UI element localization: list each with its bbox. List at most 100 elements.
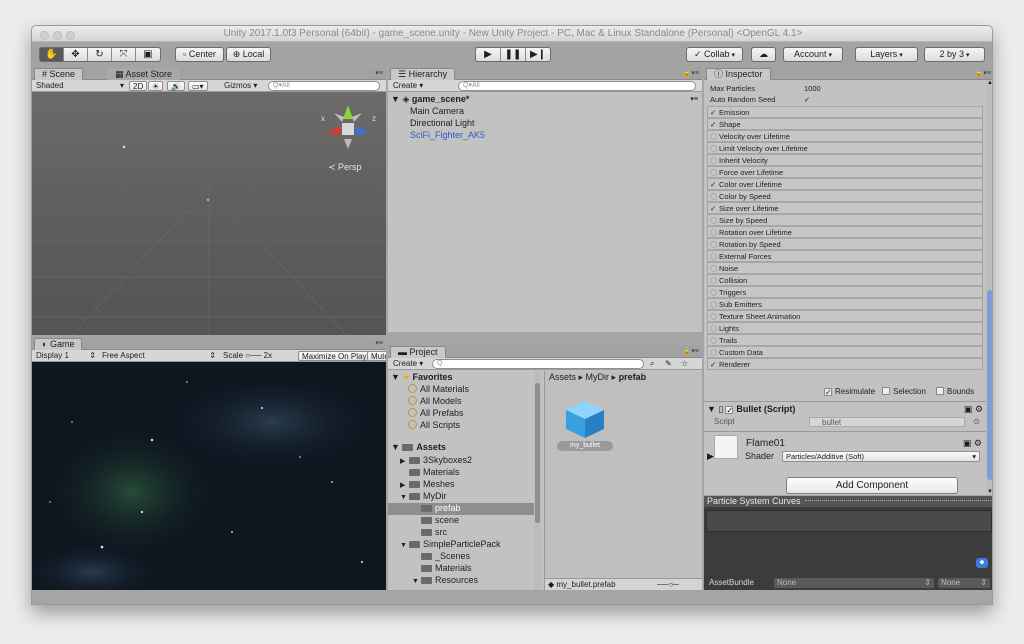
module-checkbox[interactable] bbox=[710, 253, 717, 260]
add-component-button[interactable]: Add Component bbox=[786, 477, 958, 494]
pivot-center-button[interactable]: ▫ Center bbox=[175, 47, 224, 62]
module-checkbox[interactable] bbox=[710, 325, 717, 332]
module-checkbox[interactable] bbox=[710, 289, 717, 296]
module-checkbox[interactable] bbox=[710, 217, 717, 224]
favorite-item[interactable]: All Materials bbox=[408, 384, 469, 394]
filter-by-type-icon[interactable]: ⌕ bbox=[650, 359, 654, 369]
shader-dropdown[interactable]: Particles/Additive (Soft) ▾ bbox=[782, 451, 980, 462]
module-checkbox[interactable] bbox=[710, 349, 717, 356]
account-dropdown[interactable]: Account bbox=[783, 47, 843, 62]
cloud-button[interactable]: ☁ bbox=[751, 47, 776, 62]
curve-editor-area[interactable] bbox=[706, 510, 992, 532]
tab-asset-store[interactable]: ▦ Asset Store bbox=[107, 68, 181, 80]
module-checkbox[interactable]: ✓ bbox=[710, 203, 719, 214]
bounds-toggle[interactable]: Bounds bbox=[934, 387, 974, 396]
module-checkbox[interactable] bbox=[710, 265, 717, 272]
move-icon[interactable]: ✥ bbox=[64, 48, 88, 61]
script-field[interactable]: bullet bbox=[809, 417, 965, 427]
breadcrumb-assets[interactable]: Assets bbox=[549, 372, 576, 382]
zoom-window-button[interactable] bbox=[66, 31, 75, 40]
particle-module-row[interactable]: ✓ Renderer bbox=[707, 358, 983, 370]
inspector-scroll-thumb[interactable] bbox=[987, 290, 992, 480]
mute-audio-toggle[interactable]: Mute bbox=[367, 351, 386, 361]
lock-icon[interactable]: 🔒▾≡ bbox=[683, 347, 699, 355]
tree-scrollbar[interactable] bbox=[534, 371, 541, 590]
folder-tree-item[interactable]: Materials bbox=[388, 467, 534, 479]
assets-root-row[interactable]: ▼ Assets bbox=[391, 442, 446, 452]
tree-scroll-thumb[interactable] bbox=[535, 383, 540, 523]
gizmos-dropdown[interactable]: Gizmos ▾ bbox=[224, 81, 257, 91]
folder-tree-item[interactable]: ▼ Resources bbox=[388, 575, 534, 587]
module-checkbox[interactable] bbox=[710, 229, 717, 236]
panel-menu-icon[interactable]: ▾≡ bbox=[375, 339, 383, 347]
module-checkbox[interactable]: ✓ bbox=[710, 107, 719, 118]
project-create-dropdown[interactable]: Create ▾ bbox=[393, 359, 423, 369]
particle-module-row[interactable]: ✓ Shape bbox=[707, 118, 983, 130]
tab-game[interactable]: ◐ Game bbox=[34, 338, 83, 350]
tab-project[interactable]: ▬ Project bbox=[390, 346, 446, 358]
selection-toggle[interactable]: Selection bbox=[880, 387, 926, 396]
curves-header[interactable]: Particle System Curves bbox=[704, 496, 992, 507]
hand-icon[interactable]: ✋ bbox=[40, 48, 64, 61]
light-gizmo[interactable] bbox=[122, 145, 126, 149]
lock-icon[interactable]: 🔒▾≡ bbox=[975, 69, 991, 77]
particle-module-row[interactable]: Velocity over Lifetime bbox=[707, 130, 983, 142]
expand-arrow-icon[interactable]: ▶ bbox=[707, 451, 714, 461]
component-settings-gear-icon[interactable]: ▣ ⚙ bbox=[964, 404, 983, 415]
material-settings-gear-icon[interactable]: ▣ ⚙ bbox=[963, 438, 982, 449]
game-viewport[interactable] bbox=[32, 362, 386, 590]
module-checkbox[interactable] bbox=[710, 145, 717, 152]
favorite-item[interactable]: All Prefabs bbox=[408, 408, 464, 418]
particle-module-row[interactable]: Trails bbox=[707, 334, 983, 346]
particle-module-row[interactable]: Lights bbox=[707, 322, 983, 334]
panel-menu-icon[interactable]: ▾≡ bbox=[375, 69, 383, 77]
scene-viewport[interactable]: x z ≺ Persp bbox=[32, 92, 386, 335]
hierarchy-item-directional-light[interactable]: Directional Light bbox=[410, 118, 475, 128]
particle-module-row[interactable]: Limit Velocity over Lifetime bbox=[707, 142, 983, 154]
checkbox[interactable] bbox=[936, 387, 944, 395]
module-checkbox[interactable] bbox=[710, 157, 717, 164]
tag-icon[interactable]: ⬥ bbox=[976, 558, 988, 568]
folder-tree-item[interactable]: ▶ 3Skyboxes2 bbox=[388, 455, 534, 467]
center-cube[interactable] bbox=[342, 123, 354, 135]
particle-module-row[interactable]: External Forces bbox=[707, 250, 983, 262]
module-checkbox[interactable] bbox=[710, 133, 717, 140]
scale-slider[interactable]: Scale ○── 2x bbox=[223, 351, 272, 361]
auto-random-seed-checkbox[interactable]: ✓ bbox=[804, 94, 810, 105]
scene-search-input[interactable]: Q▾All bbox=[268, 81, 380, 91]
aspect-dropdown[interactable]: Free Aspect ⇕ bbox=[102, 351, 218, 361]
assetbundle-variant-dropdown[interactable]: None ⇕ bbox=[938, 578, 990, 588]
module-checkbox[interactable]: ✓ bbox=[710, 179, 719, 190]
module-checkbox[interactable] bbox=[710, 193, 717, 200]
rect-tool-icon[interactable]: ▣ bbox=[136, 48, 160, 61]
icon-size-slider[interactable]: ──○─ bbox=[657, 579, 679, 590]
particle-module-row[interactable]: Sub Emitters bbox=[707, 298, 983, 310]
filter-by-label-icon[interactable]: ✎ bbox=[665, 359, 672, 369]
module-checkbox[interactable] bbox=[710, 301, 717, 308]
expand-arrow-icon[interactable]: ▶ bbox=[400, 457, 409, 465]
module-checkbox[interactable] bbox=[710, 277, 717, 284]
y-axis-cone[interactable] bbox=[343, 105, 353, 119]
module-checkbox[interactable] bbox=[710, 313, 717, 320]
shading-mode-dropdown[interactable]: Shaded ▾ bbox=[36, 81, 126, 91]
hierarchy-create-dropdown[interactable]: Create ▾ bbox=[393, 81, 423, 91]
particle-module-row[interactable]: Force over Lifetime bbox=[707, 166, 983, 178]
display-dropdown[interactable]: Display 1 ⇕ bbox=[36, 351, 98, 361]
particle-module-row[interactable]: Custom Data bbox=[707, 346, 983, 358]
persp-label[interactable]: ≺ Persp bbox=[328, 162, 362, 173]
favorite-item[interactable]: All Scripts bbox=[408, 420, 460, 430]
expand-arrow-icon[interactable]: ▼ bbox=[707, 404, 716, 414]
particle-module-row[interactable]: Collision bbox=[707, 274, 983, 286]
orientation-gizmo[interactable] bbox=[326, 105, 370, 149]
layout-dropdown[interactable]: 2 by 3 bbox=[924, 47, 985, 62]
minimize-window-button[interactable] bbox=[53, 31, 62, 40]
particle-module-row[interactable]: Size by Speed bbox=[707, 214, 983, 226]
checkbox[interactable]: ✓ bbox=[824, 388, 832, 397]
collab-dropdown[interactable]: ✓ Collab bbox=[686, 47, 743, 62]
hierarchy-item-scifi-fighter[interactable]: SciFi_Fighter_AK5 bbox=[410, 130, 485, 140]
particle-module-row[interactable]: Color by Speed bbox=[707, 190, 983, 202]
object-gizmo[interactable] bbox=[206, 198, 210, 202]
pivot-space-button[interactable]: ⊕ Local bbox=[226, 47, 271, 62]
play-icon[interactable]: ▶ bbox=[476, 48, 501, 61]
max-particles-field[interactable]: 1000 bbox=[804, 83, 821, 94]
